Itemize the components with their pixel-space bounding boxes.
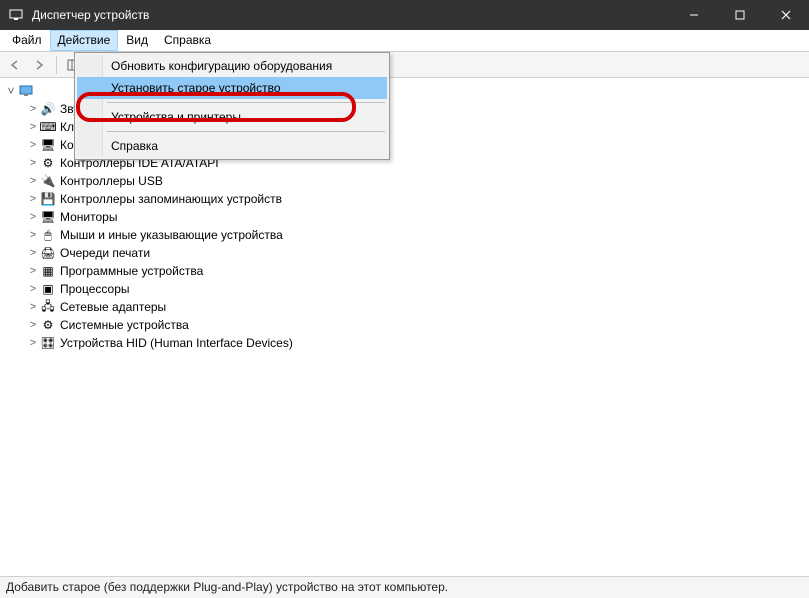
expand-icon[interactable]: > (26, 103, 40, 115)
expand-icon[interactable]: > (26, 175, 40, 187)
menu-add-legacy-hardware[interactable]: Установить старое устройство (77, 77, 387, 99)
menu-action[interactable]: Действие (50, 30, 119, 51)
menu-item-label: Устройства и принтеры (111, 110, 241, 124)
statusbar: Добавить старое (без поддержки Plug-and-… (0, 576, 809, 598)
tree-category[interactable]: >🖨 Очереди печати (4, 244, 809, 262)
menu-item-label: Справка (111, 139, 158, 153)
menu-item-label: Установить старое устройство (111, 81, 281, 95)
category-icon: 🖨 (40, 245, 56, 261)
menu-item-label: Обновить конфигурацию оборудования (111, 59, 332, 73)
category-label: Мониторы (60, 210, 117, 224)
category-icon: 🎛 (40, 335, 56, 351)
expand-icon[interactable]: > (26, 337, 40, 349)
computer-icon (18, 83, 34, 99)
expand-icon[interactable]: > (26, 229, 40, 241)
category-icon: 🔌 (40, 173, 56, 189)
category-icon: ⚙ (40, 317, 56, 333)
category-label: Контроллеры USB (60, 174, 163, 188)
menubar: Файл Действие Вид Справка (0, 30, 809, 52)
category-icon: ▦ (40, 263, 56, 279)
expand-icon[interactable]: > (26, 121, 40, 133)
nav-forward-button[interactable] (30, 56, 48, 74)
category-icon: 🔊 (40, 101, 56, 117)
expand-icon[interactable]: > (26, 265, 40, 277)
tree-category[interactable]: >🔌 Контроллеры USB (4, 172, 809, 190)
app-icon (8, 7, 24, 23)
category-label: Процессоры (60, 282, 130, 296)
dropdown-separator (107, 102, 385, 103)
expand-icon[interactable]: > (26, 247, 40, 259)
window-title: Диспетчер устройств (32, 8, 671, 22)
tree-category[interactable]: >🎛 Устройства HID (Human Interface Device… (4, 334, 809, 352)
toolbar-separator (56, 56, 57, 74)
expand-icon[interactable]: > (26, 319, 40, 331)
tree-category[interactable]: >🖧 Сетевые адаптеры (4, 298, 809, 316)
tree-category[interactable]: >▣ Процессоры (4, 280, 809, 298)
category-label: Устройства HID (Human Interface Devices) (60, 336, 293, 350)
tree-category[interactable]: >🖱 Мыши и иные указывающие устройства (4, 226, 809, 244)
maximize-button[interactable] (717, 0, 763, 30)
status-text: Добавить старое (без поддержки Plug-and-… (6, 580, 448, 594)
expand-icon[interactable]: > (26, 301, 40, 313)
menu-help[interactable]: Справка (156, 30, 219, 51)
menu-scan-hardware[interactable]: Обновить конфигурацию оборудования (77, 55, 387, 77)
category-icon: 💾 (40, 191, 56, 207)
expand-icon[interactable]: > (26, 139, 40, 151)
tree-category[interactable]: >🖥 Мониторы (4, 208, 809, 226)
menu-devices-printers[interactable]: Устройства и принтеры (77, 106, 387, 128)
category-icon: 🖧 (40, 299, 56, 315)
menu-view[interactable]: Вид (118, 30, 156, 51)
dropdown-separator (107, 131, 385, 132)
expand-icon[interactable]: > (26, 283, 40, 295)
menu-file[interactable]: Файл (4, 30, 50, 51)
minimize-button[interactable] (671, 0, 717, 30)
category-icon: ▣ (40, 281, 56, 297)
category-icon: ⚙ (40, 155, 56, 171)
category-icon: 🖥 (40, 137, 56, 153)
category-label: Сетевые адаптеры (60, 300, 166, 314)
action-menu-dropdown: Обновить конфигурацию оборудования Устан… (74, 52, 390, 160)
close-button[interactable] (763, 0, 809, 30)
menu-action-help[interactable]: Справка (77, 135, 387, 157)
category-label: Программные устройства (60, 264, 203, 278)
nav-back-button[interactable] (6, 56, 24, 74)
tree-category[interactable]: >▦ Программные устройства (4, 262, 809, 280)
expand-icon[interactable]: > (26, 193, 40, 205)
titlebar: Диспетчер устройств (0, 0, 809, 30)
tree-category[interactable]: >💾 Контроллеры запоминающих устройств (4, 190, 809, 208)
category-icon: 🖥 (40, 209, 56, 225)
tree-category[interactable]: >⚙ Системные устройства (4, 316, 809, 334)
expand-icon[interactable]: ˅ (4, 84, 18, 98)
category-label: Системные устройства (60, 318, 189, 332)
category-icon: ⌨ (40, 119, 56, 135)
expand-icon[interactable]: > (26, 211, 40, 223)
category-label: Контроллеры запоминающих устройств (60, 192, 282, 206)
category-icon: 🖱 (40, 227, 56, 243)
category-label: Очереди печати (60, 246, 150, 260)
expand-icon[interactable]: > (26, 157, 40, 169)
window-controls (671, 0, 809, 30)
category-label: Мыши и иные указывающие устройства (60, 228, 283, 242)
